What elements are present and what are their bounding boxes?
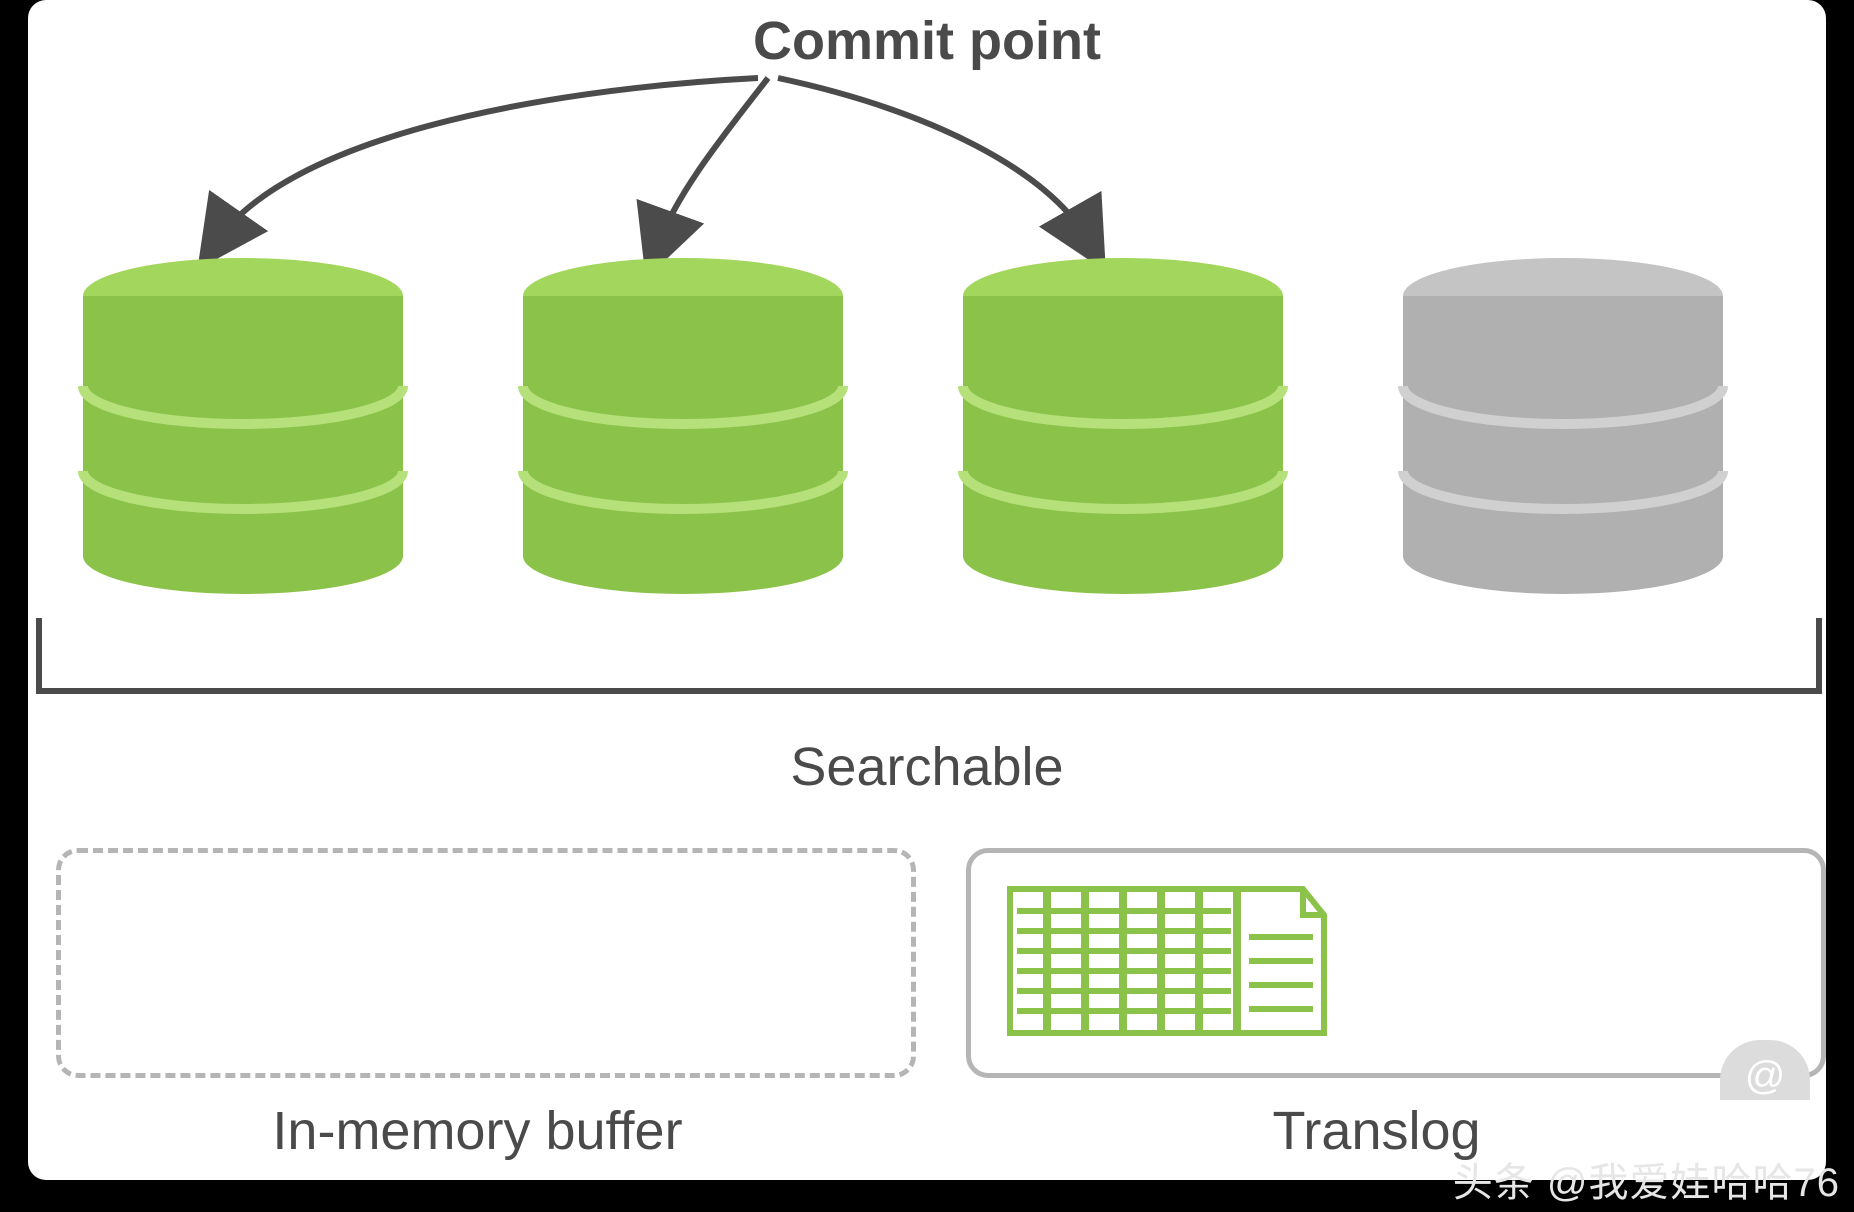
cylinder-4 xyxy=(1398,256,1728,596)
searchable-label: Searchable xyxy=(28,736,1826,798)
diagram-card: Commit point xyxy=(28,0,1826,1180)
cylinder-2 xyxy=(518,256,848,596)
translog-box xyxy=(966,848,1826,1078)
commit-point-arrows xyxy=(28,70,1826,270)
lower-boxes xyxy=(56,848,1826,1068)
searchable-bracket xyxy=(36,618,1822,694)
cylinder-row xyxy=(28,256,1826,596)
document-stack-icon xyxy=(1007,881,1327,1041)
commit-point-title: Commit point xyxy=(28,10,1826,72)
cylinder-1 xyxy=(78,256,408,596)
cylinder-3 xyxy=(958,256,1288,596)
in-memory-buffer-box xyxy=(56,848,916,1078)
in-memory-buffer-label: In-memory buffer xyxy=(28,1100,927,1162)
watermark-text: 头条 @我爱娃哈哈76 xyxy=(1453,1150,1840,1208)
